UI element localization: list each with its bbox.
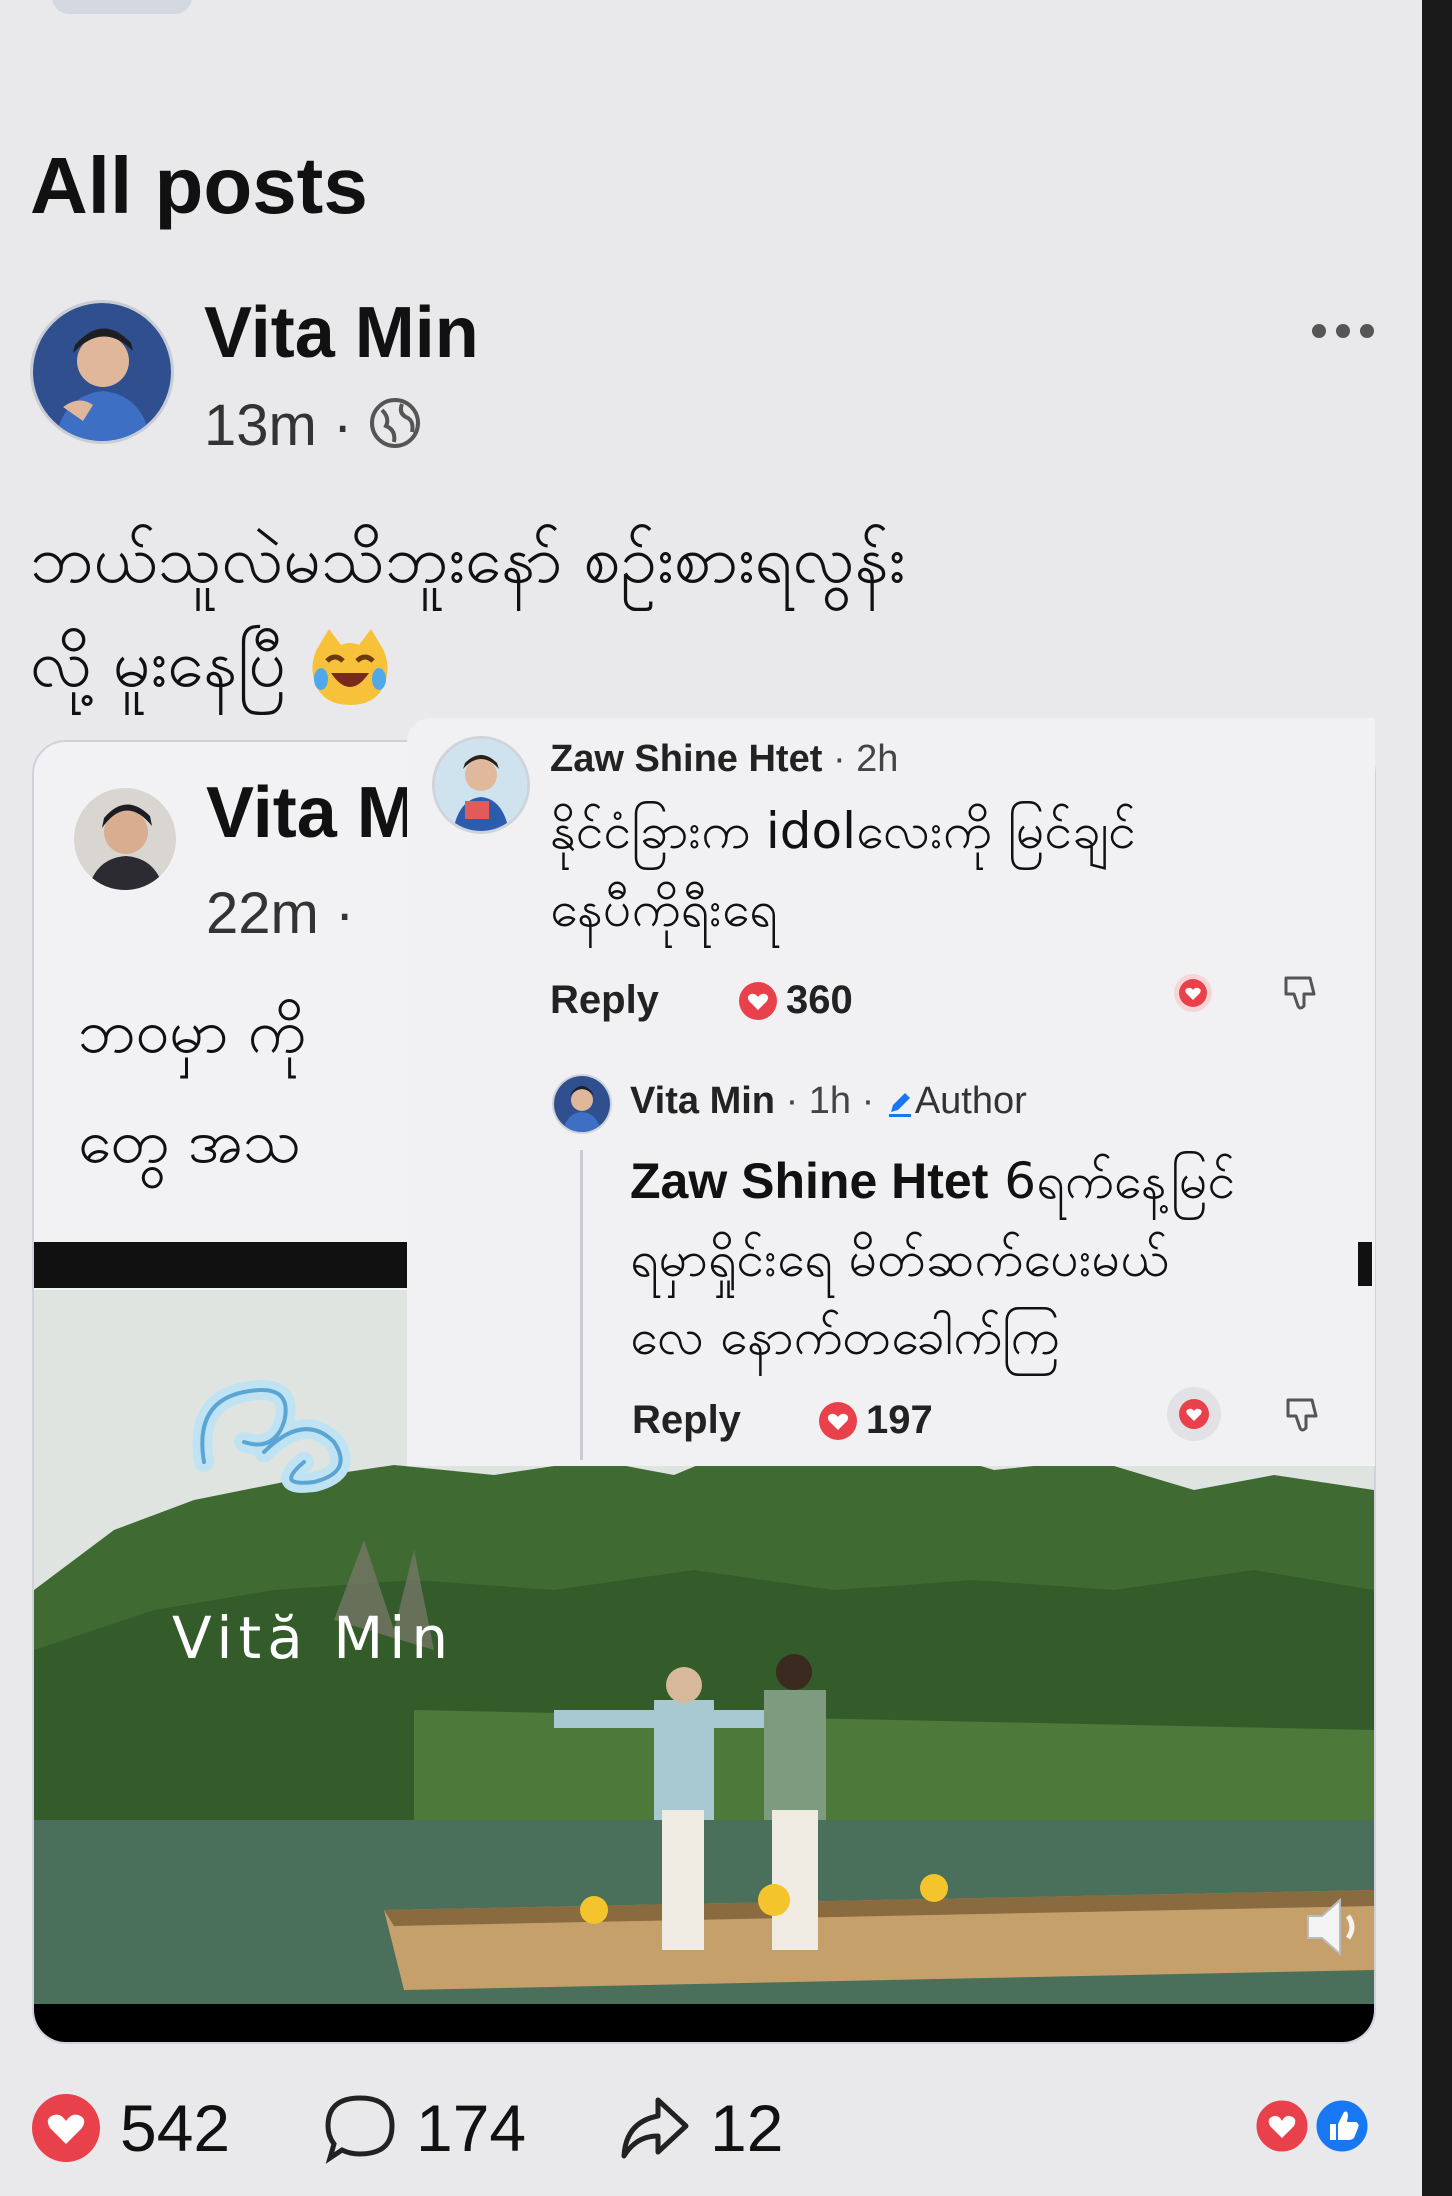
reply-text-line: Zaw Shine Htet 6ရက်နေ့မြင် — [630, 1142, 1235, 1220]
reply-reply-button[interactable]: Reply — [632, 1398, 741, 1443]
reply-text: Zaw Shine Htet 6ရက်နေ့မြင် ရမှာရှိုင်းရေ… — [630, 1142, 1235, 1376]
like-action[interactable]: 542 — [30, 2090, 230, 2166]
watermark-text: Vită Min — [172, 1604, 455, 1672]
post-text-line-content: လို့ မူးနေပြီ — [30, 625, 287, 702]
post-text: ဘယ်သူလဲမသိဘူးနော် စဉ်းစားရလွန်း လို့ မူး… — [30, 508, 1320, 716]
post-time: 13m — [204, 393, 317, 458]
comment-text-line-2: နေပီကိုရီးရေ — [550, 880, 778, 938]
section-title: All posts — [30, 141, 368, 230]
share-count: 12 — [710, 2091, 784, 2165]
post-text-line-2: လို့ မူးနေပြီ — [30, 612, 1320, 716]
shared-author-avatar[interactable] — [74, 788, 176, 890]
reply-mention[interactable]: Zaw Shine Htet — [630, 1153, 988, 1209]
post-text-line: ဘယ်သူလဲမသိဘူးနော် စဉ်းစားရလွန်း — [30, 521, 906, 598]
comment-reply-button[interactable]: Reply — [550, 978, 659, 1023]
screen-edge — [1422, 0, 1452, 2196]
author-avatar[interactable] — [30, 300, 174, 444]
comment-dislike-icon[interactable] — [1280, 972, 1320, 1018]
comment-bubble-icon — [325, 2095, 395, 2164]
shared-author-name[interactable]: Vita M — [206, 772, 417, 854]
reaction-summary[interactable] — [1250, 2094, 1374, 2158]
heart-icon — [819, 1401, 857, 1440]
post-meta: 13m · — [204, 392, 422, 464]
pencil-icon — [888, 1092, 911, 1117]
comment-time: · 2h — [832, 738, 899, 780]
reply-dislike-icon[interactable] — [1282, 1394, 1322, 1440]
shared-text-line-2: တွေ အသ — [78, 1107, 302, 1177]
commenter-avatar[interactable] — [432, 736, 530, 834]
share-action[interactable]: 12 — [616, 2090, 783, 2166]
post-author-name[interactable]: Vita Min — [204, 292, 479, 374]
video-letterbox-bottom — [34, 2004, 1374, 2042]
heart-icon — [739, 981, 777, 1020]
meta-separator: · — [332, 393, 369, 458]
comment-text: နိုင်ငံခြားက idolလေးကို မြင်ချင် နေပီကို… — [550, 792, 1136, 948]
comment-count: 174 — [416, 2091, 527, 2165]
comment-like-number: 360 — [786, 978, 853, 1022]
reply-author-avatar[interactable] — [552, 1074, 612, 1134]
comment-like-count[interactable]: 360 — [738, 978, 853, 1023]
globe-icon — [368, 396, 422, 464]
reply-like-count[interactable]: 197 — [818, 1398, 933, 1443]
shared-text-line: ဘဝမှာ ကို — [78, 997, 307, 1067]
top-tab-pill[interactable] — [52, 0, 192, 14]
comment-author-name[interactable]: Zaw Shine Htet — [550, 738, 822, 780]
comment-author[interactable]: Zaw Shine Htet · 2h — [550, 738, 898, 781]
share-arrow-icon — [621, 2097, 689, 2159]
shared-post-text: ဘဝမှာ ကို တွေ အသ — [78, 977, 306, 1197]
reply-author[interactable]: Vita Min · 1h · Author — [630, 1080, 1027, 1123]
reply-like-number: 197 — [866, 1398, 933, 1442]
post-action-bar: 542 174 12 — [0, 2090, 1420, 2170]
reply-text-line-3: လေ နောက်တခေါက်ကြ — [630, 1308, 1060, 1366]
crying-laughing-cat-emoji-icon — [307, 625, 393, 711]
more-options-icon[interactable] — [1312, 316, 1386, 346]
reply-author-name[interactable]: Vita Min — [630, 1080, 775, 1122]
author-badge: Author — [885, 1080, 1027, 1122]
watermark-logo-icon — [192, 1380, 351, 1493]
volume-icon[interactable] — [1302, 1892, 1362, 1962]
reactions-icon — [1251, 2095, 1373, 2157]
reply-time: · 1h · — [785, 1080, 875, 1122]
reply-text-line-2: ရမှာရှိုင်းရေ မိတ်ဆက်ပေးမယ် — [630, 1230, 1169, 1288]
reply-thread-line — [580, 1150, 583, 1460]
like-count: 542 — [120, 2091, 231, 2165]
comment-action[interactable]: 174 — [322, 2090, 526, 2166]
comment-heart-react-icon[interactable] — [1172, 972, 1214, 1018]
author-badge-label: Author — [914, 1080, 1027, 1122]
video-edge-marker — [1358, 1242, 1372, 1286]
shared-post-time: 22m · — [206, 881, 355, 946]
heart-icon — [32, 2094, 100, 2162]
comment-text-line: နိုင်ငံခြားက idolလေးကို မြင်ချင် — [550, 802, 1137, 860]
reply-heart-react-icon[interactable] — [1166, 1386, 1222, 1446]
reply-text-line-content: 6ရက်နေ့မြင် — [988, 1152, 1236, 1210]
